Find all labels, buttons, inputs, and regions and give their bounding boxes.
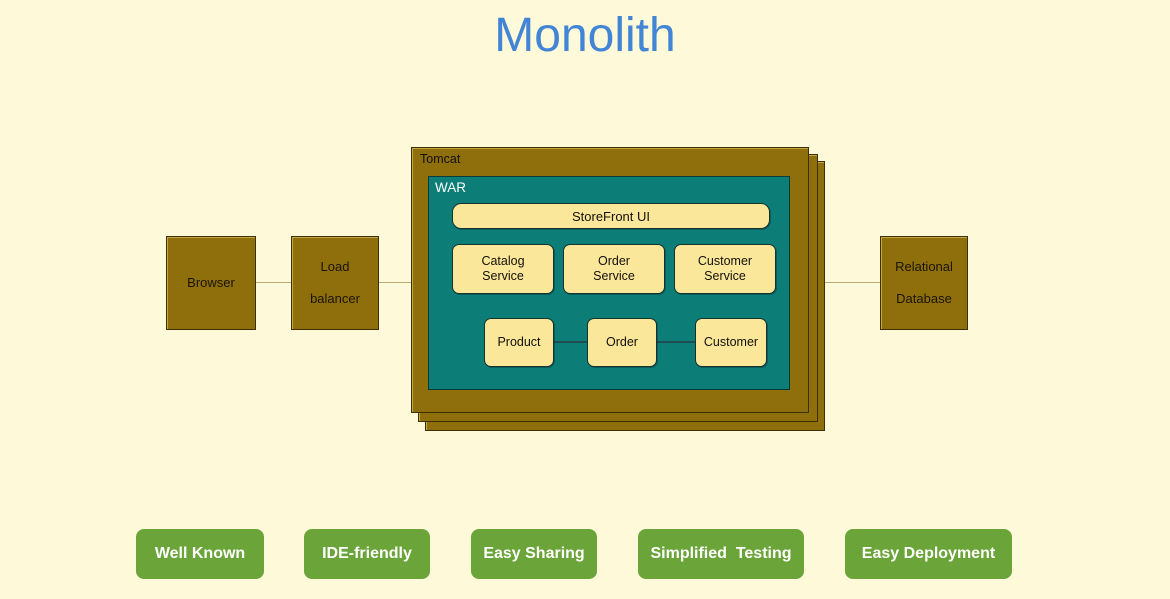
connector-product-order [552,341,588,343]
connector-order-customer [655,341,695,343]
badge-ide-friendly-label: IDE-friendly [322,545,412,562]
load-balancer-node[interactable]: Load balancer [291,236,379,330]
benefits-badge-row: Well Known IDE-friendly Easy Sharing Sim… [0,529,1170,581]
badge-ide-friendly[interactable]: IDE-friendly [304,529,430,579]
browser-node-label: Browser [187,275,235,290]
browser-node[interactable]: Browser [166,236,256,330]
customer-entity-label: Customer [703,335,759,349]
order-service-label-line2: Service [593,269,635,283]
catalog-service-label-line1: Catalog [481,254,525,268]
connector-loadbalancer-tomcat [377,282,413,283]
customer-service-box[interactable]: Customer Service [674,244,776,294]
order-entity-box[interactable]: Order [587,318,657,367]
relational-database-node[interactable]: Relational Database [880,236,968,330]
customer-service-label-line1: Customer [697,254,753,268]
order-entity-label: Order [606,335,638,349]
relational-database-label-line1: Relational [895,259,953,274]
order-service-box[interactable]: Order Service [563,244,665,294]
storefront-ui-label: StoreFront UI [571,208,651,224]
badge-easy-sharing[interactable]: Easy Sharing [471,529,597,579]
badge-easy-deployment[interactable]: Easy Deployment [845,529,1012,579]
load-balancer-label-line2: balancer [310,291,360,306]
badge-well-known[interactable]: Well Known [136,529,264,579]
customer-entity-box[interactable]: Customer [695,318,767,367]
load-balancer-label-line1: Load [320,259,350,274]
badge-well-known-label: Well Known [154,545,246,562]
tomcat-label: Tomcat [420,152,461,166]
badge-easy-deployment-label: Easy Deployment [861,545,996,562]
order-service-label-line1: Order [598,254,630,268]
badge-easy-sharing-label: Easy Sharing [483,545,585,562]
product-entity-box[interactable]: Product [484,318,554,367]
badge-simplified-testing[interactable]: Simplified Testing [638,529,804,579]
architecture-diagram: Tomcat WAR StoreFront UI Catalog Service… [0,0,1170,500]
badge-simplified-testing-label: Simplified Testing [650,545,792,562]
connector-browser-loadbalancer [254,282,291,283]
product-entity-label: Product [497,335,541,349]
catalog-service-label-line2: Service [482,269,524,283]
customer-service-label-line2: Service [704,269,746,283]
storefront-ui-box[interactable]: StoreFront UI [452,203,770,229]
war-label: WAR [435,180,466,195]
catalog-service-box[interactable]: Catalog Service [452,244,554,294]
relational-database-label-line2: Database [896,291,952,306]
